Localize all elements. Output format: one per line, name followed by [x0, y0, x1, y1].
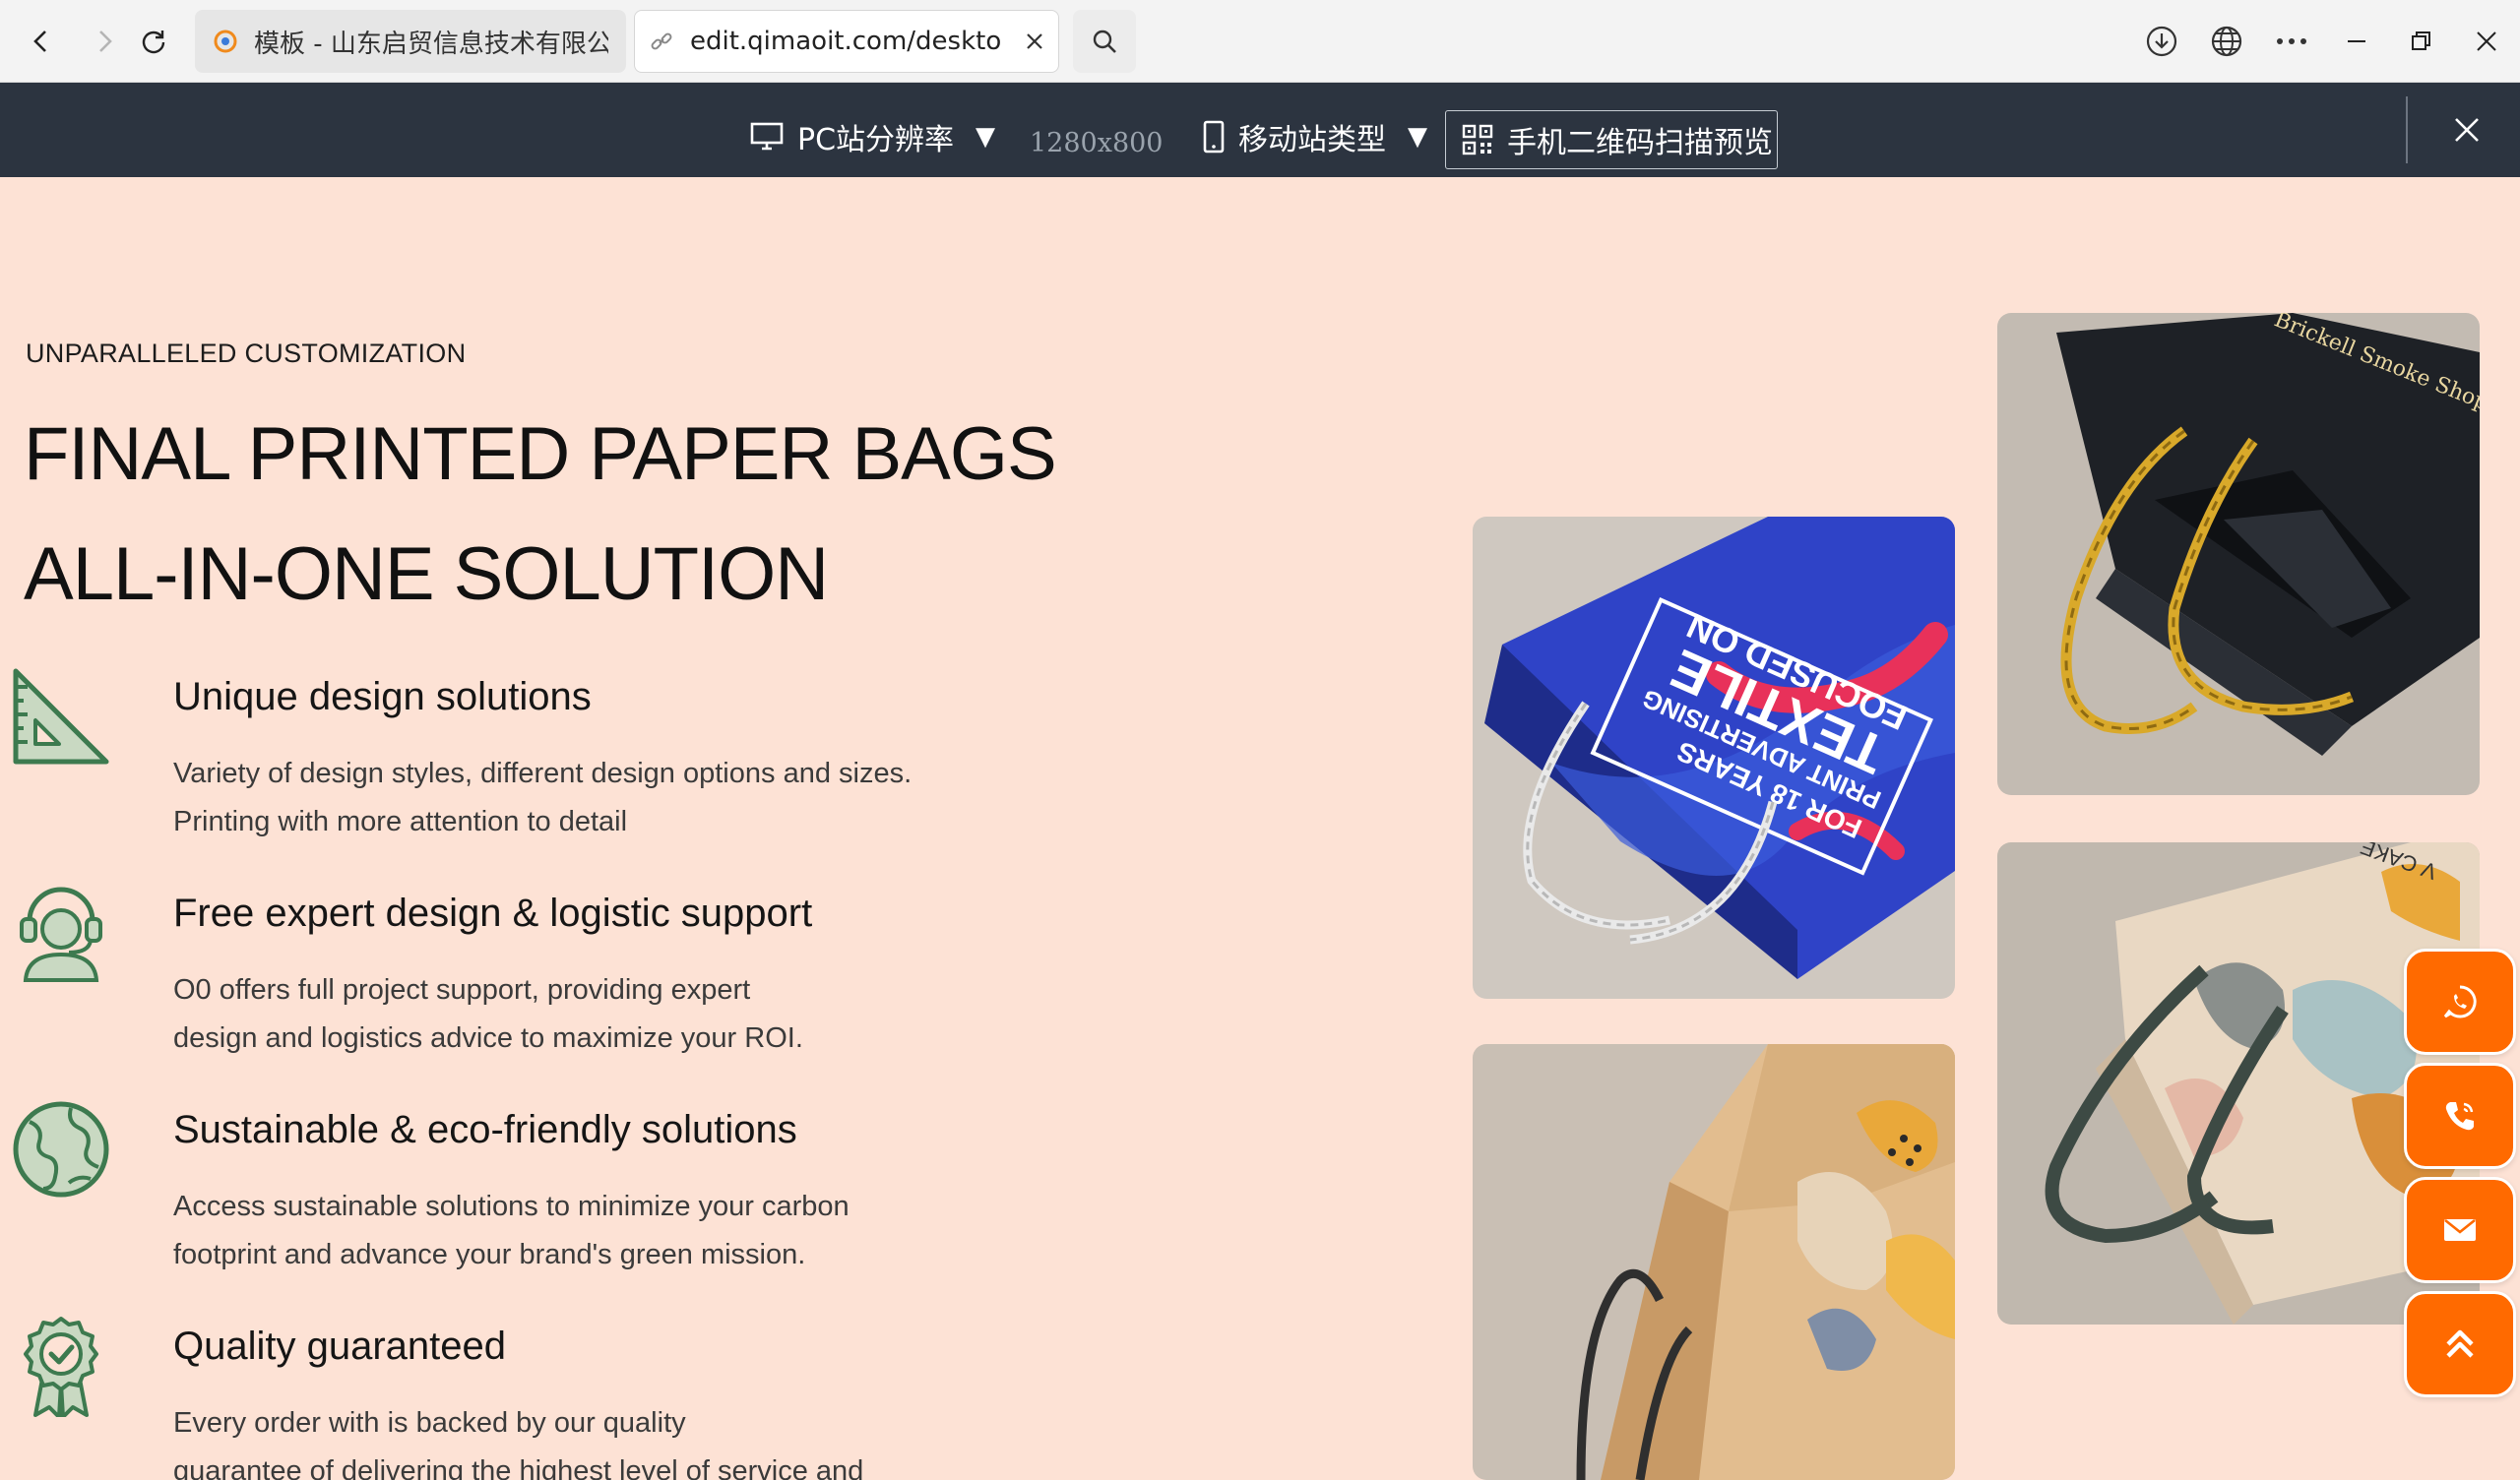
phone-device-icon	[1203, 120, 1225, 154]
whatsapp-icon	[2443, 985, 2477, 1018]
set-square-ruler-icon	[13, 668, 109, 765]
more-dots-icon	[2277, 38, 2306, 44]
feature-description: Every order with is backed by our qualit…	[173, 1399, 1000, 1480]
mobile-type-label: 移动站类型	[1238, 123, 1386, 157]
feature-desc-line: O0 offers full project support, providin…	[173, 974, 751, 1006]
preview-close-button[interactable]	[2441, 104, 2492, 155]
support-agent-headset-icon	[20, 887, 102, 982]
mail-icon	[2444, 1218, 2476, 1241]
back-to-top-icon	[2446, 1329, 2474, 1358]
feature-description: Access sustainable solutions to minimize…	[173, 1183, 1000, 1279]
feature-title: Sustainable & eco-friendly solutions	[173, 1108, 797, 1151]
award-badge-check-icon	[24, 1317, 98, 1417]
feature-title: Free expert design & logistic support	[173, 892, 813, 935]
pc-resolution-dropdown[interactable]: PC站分辨率 ▼	[750, 116, 995, 157]
tab-title: 模板 - 山东启贸信息技术有限公司	[254, 29, 608, 59]
phone-icon	[2445, 1102, 2474, 1131]
globe-earth-icon	[13, 1101, 109, 1198]
monitor-icon	[750, 122, 784, 151]
minimize-button[interactable]	[2329, 14, 2384, 69]
close-icon	[2455, 118, 2479, 142]
qr-code-icon	[1462, 124, 1493, 155]
qr-preview-button[interactable]: 手机二维码扫描预览	[1445, 110, 1778, 169]
tab-editor[interactable]: edit.qimaoit.com/desktop/h	[634, 10, 1059, 73]
phone-call-button[interactable]	[2404, 1063, 2516, 1169]
feature-desc-line: guarantee of delivering the highest leve…	[173, 1455, 864, 1480]
back-button[interactable]	[14, 14, 69, 69]
back-to-top-button[interactable]	[2404, 1291, 2516, 1397]
download-icon	[2146, 26, 2177, 57]
forward-arrow-icon	[99, 31, 112, 52]
reload-icon	[142, 31, 165, 54]
resolution-value: 1280x800	[1030, 128, 1164, 158]
restore-button[interactable]	[2394, 14, 2449, 69]
feature-desc-line: Every order with is backed by our qualit…	[173, 1407, 686, 1439]
search-icon	[1093, 30, 1116, 53]
feature-desc-line: design and logistics advice to maximize …	[173, 1022, 803, 1054]
tab-template[interactable]: 模板 - 山东启贸信息技术有限公司	[195, 10, 626, 73]
feature-desc-line: footprint and advance your brand's green…	[173, 1239, 806, 1270]
tab-close-button[interactable]	[1015, 22, 1054, 61]
headline-line-2: ALL-IN-ONE SOLUTION	[24, 532, 829, 616]
forward-button[interactable]	[77, 14, 132, 69]
toolbar-divider	[2406, 96, 2408, 163]
pc-resolution-label: PC站分辨率	[797, 123, 955, 157]
black-paper-bag-image: Brickell Smoke Shop	[1997, 313, 2480, 795]
feature-title: Quality guaranteed	[173, 1325, 507, 1368]
kraft-paper-bag-image	[1473, 1044, 1955, 1480]
feature-title: Unique design solutions	[173, 675, 592, 718]
translate-button[interactable]	[2199, 14, 2254, 69]
caret-down-icon: ▼	[976, 122, 996, 152]
feature-desc-line: Variety of design styles, different desi…	[173, 758, 913, 789]
feature-description: O0 offers full project support, providin…	[173, 966, 1000, 1063]
tab-title: edit.qimaoit.com/desktop/h	[690, 27, 1003, 56]
mobile-type-dropdown[interactable]: 移动站类型 ▼	[1203, 116, 1427, 157]
window-close-button[interactable]	[2459, 14, 2514, 69]
search-tab-button[interactable]	[1073, 10, 1136, 73]
section-eyebrow: UNPARALLELED CUSTOMIZATION	[26, 339, 467, 368]
feature-desc-line: Access sustainable solutions to minimize…	[173, 1191, 850, 1222]
browser-toolbar: 模板 - 山东启贸信息技术有限公司 edit.qimaoit.com/deskt…	[0, 0, 2520, 83]
email-button[interactable]	[2404, 1177, 2516, 1283]
headline-line-1: FINAL PRINTED PAPER BAGS	[24, 412, 1057, 496]
globe-icon	[2211, 26, 2242, 57]
downloads-button[interactable]	[2134, 14, 2189, 69]
close-icon	[1027, 33, 1042, 49]
blue-paper-bag-image: FOR 18 YEARS PRINT ADVERTISING TEXTILE F…	[1473, 517, 1955, 999]
caret-down-icon: ▼	[1408, 122, 1427, 152]
feature-desc-line: Printing with more attention to detail	[173, 806, 628, 837]
whatsapp-button[interactable]	[2404, 949, 2516, 1055]
more-menu-button[interactable]	[2264, 14, 2319, 69]
site-favicon-icon	[214, 30, 237, 53]
close-icon	[2477, 31, 2496, 51]
feature-description: Variety of design styles, different desi…	[173, 750, 1000, 846]
link-icon	[651, 32, 672, 50]
back-arrow-icon	[33, 31, 46, 52]
minimize-icon	[2348, 40, 2365, 42]
reload-button[interactable]	[126, 14, 181, 69]
qr-preview-label: 手机二维码扫描预览	[1507, 126, 1773, 160]
restore-icon	[2412, 31, 2430, 50]
